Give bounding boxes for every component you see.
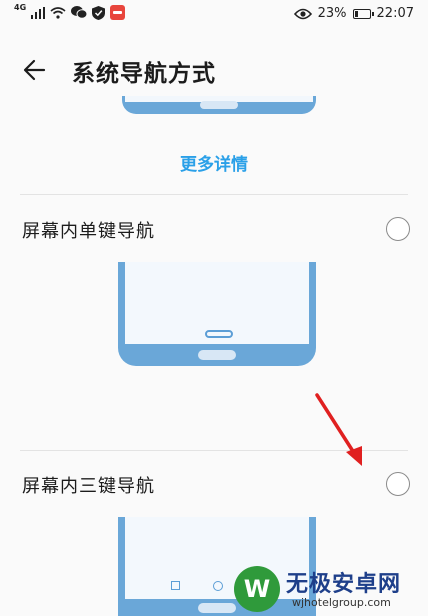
- radio-single-key[interactable]: [386, 217, 410, 241]
- pointer-arrow-icon: [315, 393, 362, 466]
- shield-icon: [92, 5, 106, 20]
- gesture-navigation-illustration: [122, 96, 316, 114]
- recent-apps-icon: [171, 581, 180, 590]
- battery-level: [354, 10, 358, 17]
- wechat-icon: [71, 6, 88, 19]
- nav-pill-icon: [205, 330, 233, 338]
- watermark-url: wjhotelgroup.com: [292, 596, 391, 609]
- watermark: W 无极安卓网 wjhotelgroup.com: [226, 560, 426, 616]
- app-icon: [110, 5, 126, 20]
- status-right: 23% 22:07: [293, 6, 414, 21]
- status-left: 4G: [14, 3, 126, 20]
- eye-icon: [293, 8, 312, 19]
- radio-three-key[interactable]: [386, 472, 410, 496]
- back-arrow-icon: [23, 59, 46, 81]
- page-title: 系统导航方式: [72, 61, 216, 87]
- watermark-name: 无极安卓网: [286, 572, 402, 597]
- status-bar: 4G 23% 22:07: [0, 0, 428, 30]
- phone-screen: [125, 262, 309, 344]
- clock: 22:07: [376, 6, 414, 21]
- watermark-logo-icon: W: [234, 566, 280, 612]
- home-button-shape: [198, 350, 236, 360]
- back-button[interactable]: [18, 52, 54, 88]
- divider: [20, 194, 408, 195]
- home-button-shape: [200, 101, 238, 109]
- header: 系统导航方式: [0, 42, 428, 96]
- option-label: 屏幕内单键导航: [22, 221, 155, 242]
- more-details-link[interactable]: 更多详情: [0, 150, 428, 175]
- home-circle-icon: [213, 581, 223, 591]
- battery-percent: 23%: [317, 6, 347, 21]
- battery-icon: [352, 8, 374, 19]
- single-key-illustration: [118, 262, 316, 366]
- network-type: 4G: [14, 3, 27, 12]
- wifi-icon: [50, 6, 66, 19]
- option-label: 屏幕内三键导航: [22, 476, 155, 497]
- signal-icon: [31, 6, 46, 19]
